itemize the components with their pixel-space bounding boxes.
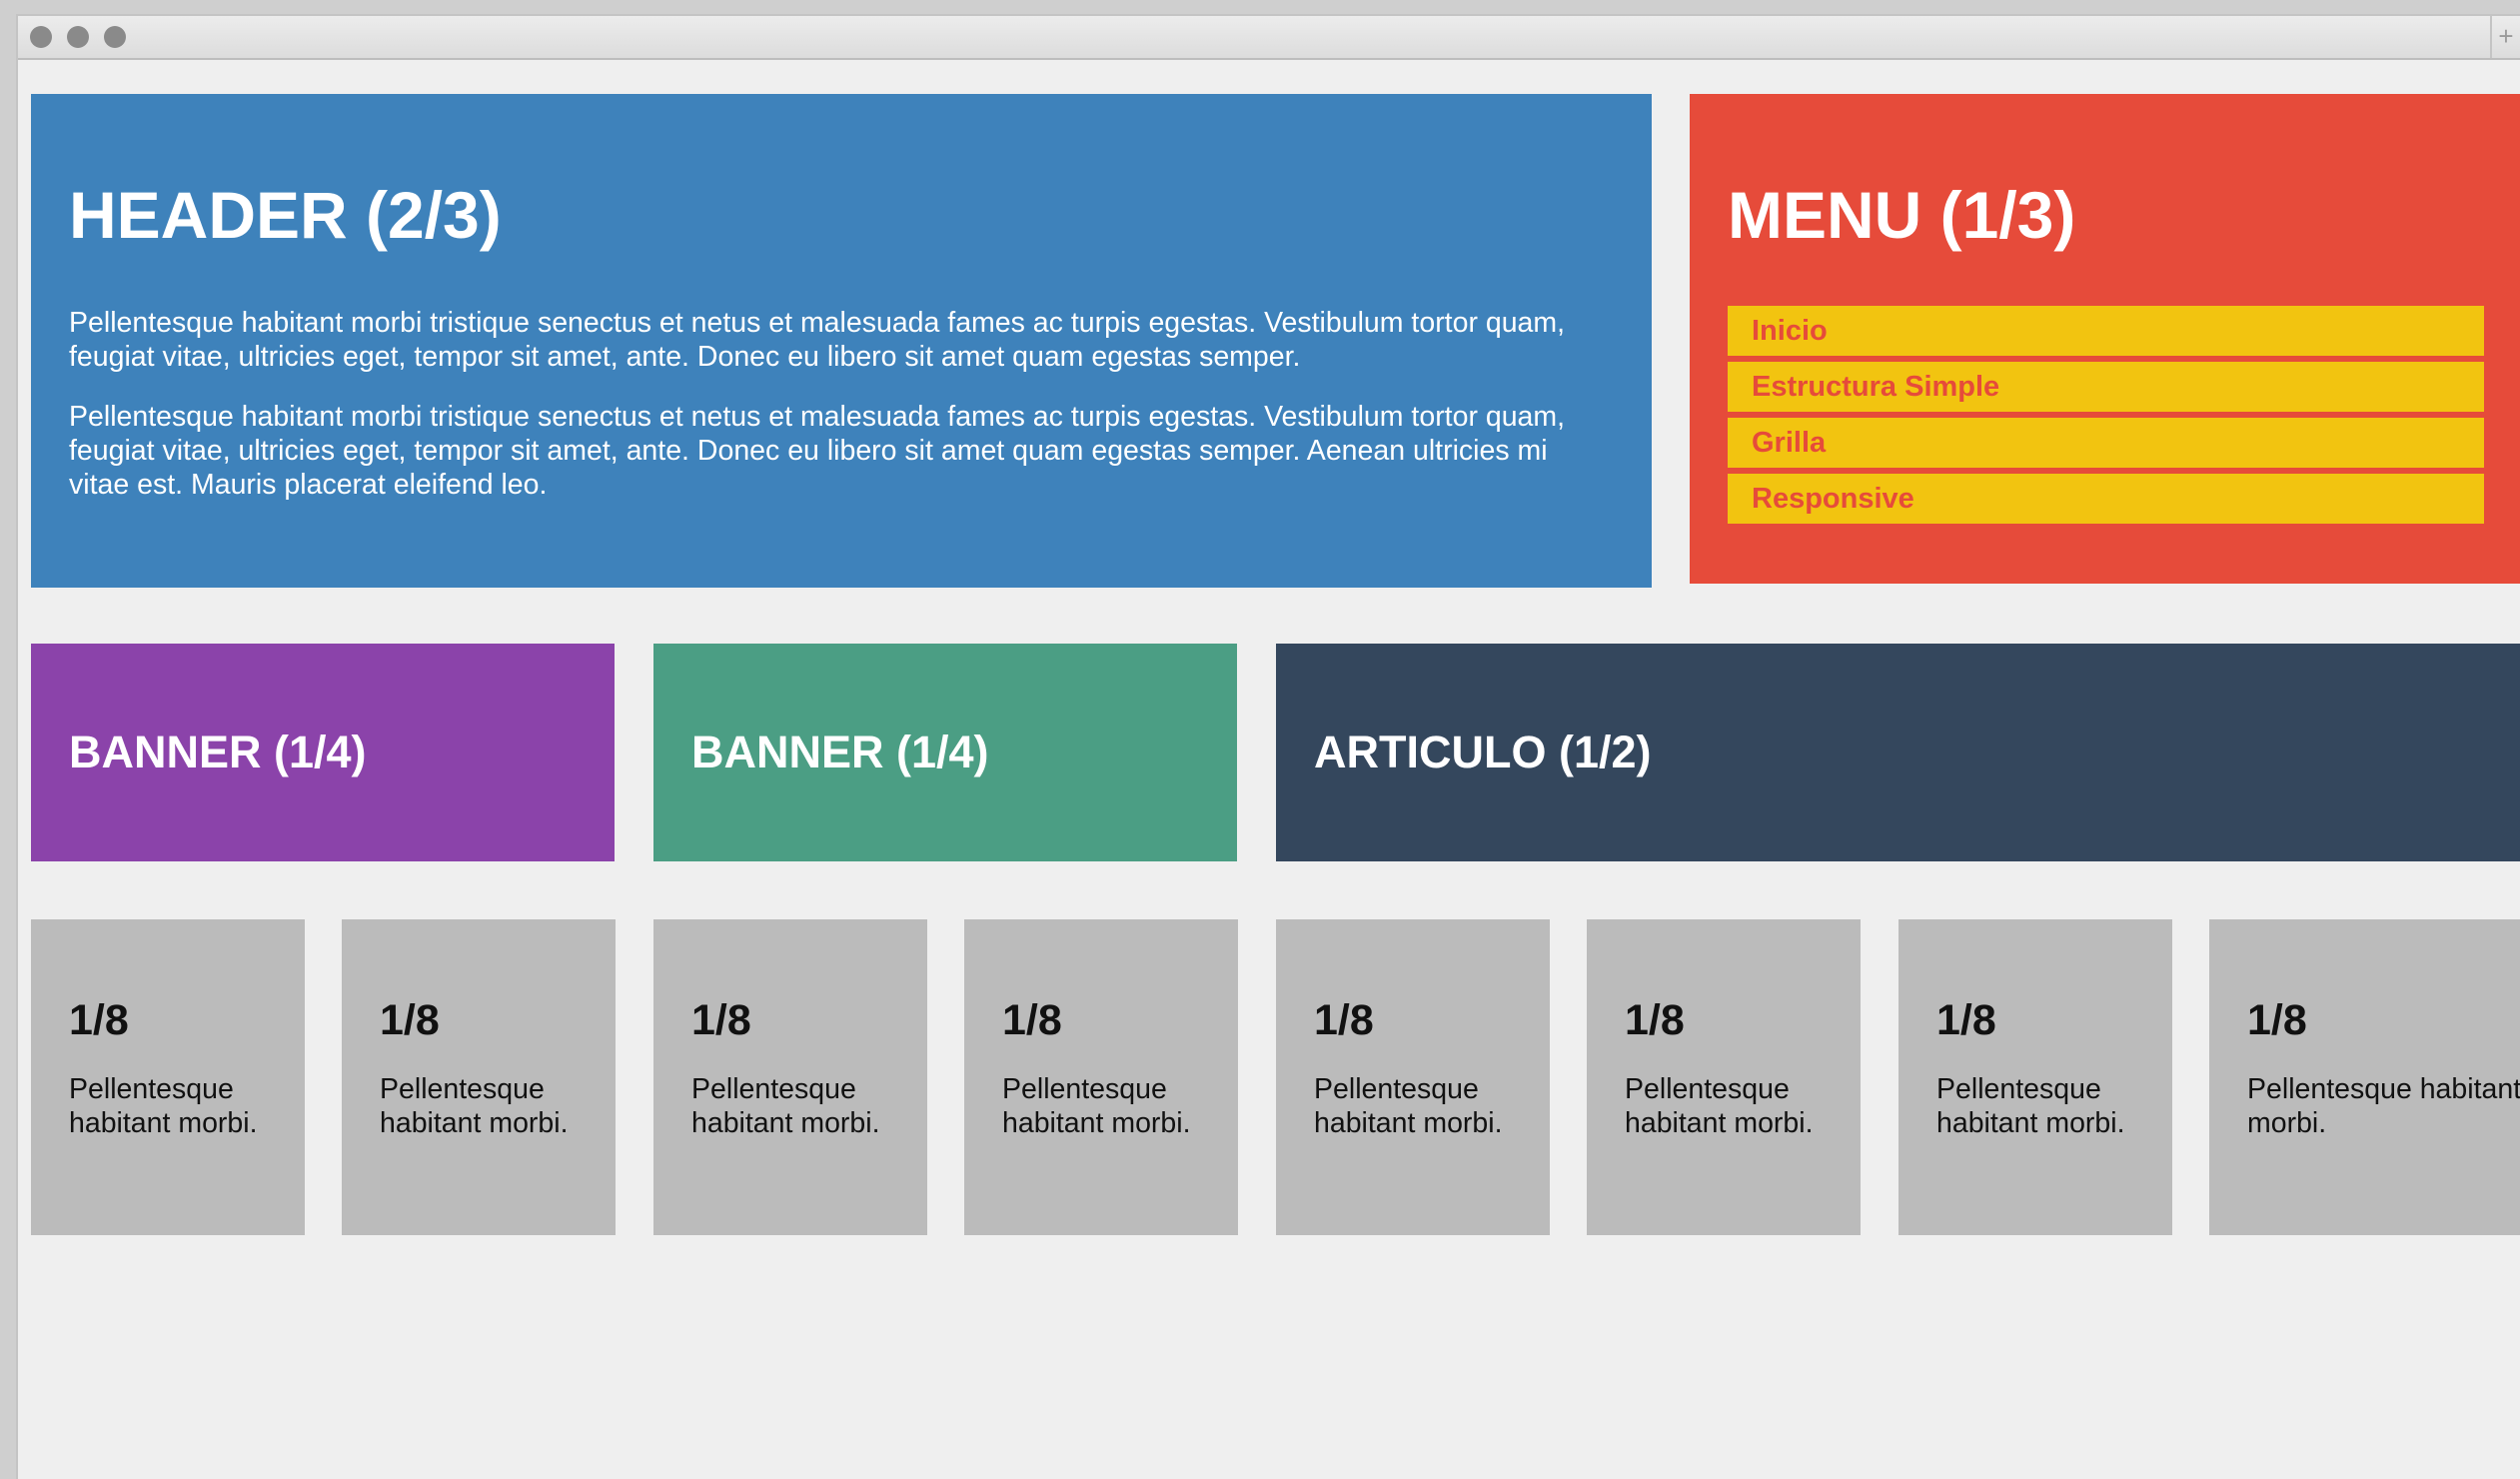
column-4: 1/8 Pellentesque habitant morbi. [964,919,1238,1235]
menu-title: MENU (1/3) [1728,178,2076,252]
column-5-title: 1/8 [1314,996,1374,1044]
column-8-title: 1/8 [2247,996,2307,1044]
column-8: 1/8 Pellentesque habitant morbi. [2209,919,2520,1235]
header-paragraph-1: Pellentesque habitant morbi tristique se… [69,307,1566,373]
menu-item-estructura-simple[interactable]: Estructura Simple [1728,362,2484,412]
column-3-title: 1/8 [691,996,751,1044]
column-1-text: Pellentesque habitant morbi. [69,1073,258,1139]
banner-1: BANNER (1/4) [31,644,615,861]
column-8-text: Pellentesque habitant morbi. [2247,1073,2520,1139]
header-title: HEADER (2/3) [69,178,502,252]
page-content: HEADER (2/3) Pellentesque habitant morbi… [18,60,2520,1479]
column-3: 1/8 Pellentesque habitant morbi. [653,919,927,1235]
column-1-title: 1/8 [69,996,129,1044]
menu-list: Inicio Estructura Simple Grilla Responsi… [1728,306,2484,524]
column-6: 1/8 Pellentesque habitant morbi. [1587,919,1861,1235]
close-window-button[interactable] [30,26,52,48]
column-6-text: Pellentesque habitant morbi. [1625,1073,1814,1139]
column-6-title: 1/8 [1625,996,1685,1044]
window-titlebar: + [18,16,2520,60]
column-5-text: Pellentesque habitant morbi. [1314,1073,1503,1139]
browser-window: + HEADER (2/3) Pellentesque habitant mor… [16,14,2520,1479]
column-4-text: Pellentesque habitant morbi. [1002,1073,1191,1139]
menu-item-grilla[interactable]: Grilla [1728,418,2484,468]
column-2: 1/8 Pellentesque habitant morbi. [342,919,616,1235]
column-1: 1/8 Pellentesque habitant morbi. [31,919,305,1235]
column-2-text: Pellentesque habitant morbi. [380,1073,569,1139]
article-title: ARTICULO (1/2) [1314,727,1652,777]
article-section: ARTICULO (1/2) [1276,644,2520,861]
column-2-title: 1/8 [380,996,440,1044]
menu-item-responsive[interactable]: Responsive [1728,474,2484,524]
banner-1-title: BANNER (1/4) [69,727,367,777]
column-7-text: Pellentesque habitant morbi. [1936,1073,2125,1139]
zoom-window-button[interactable] [104,26,126,48]
column-4-title: 1/8 [1002,996,1062,1044]
banner-2: BANNER (1/4) [653,644,1237,861]
header-section: HEADER (2/3) Pellentesque habitant morbi… [31,94,1652,588]
column-7: 1/8 Pellentesque habitant morbi. [1898,919,2172,1235]
menu-item-inicio[interactable]: Inicio [1728,306,2484,356]
column-5: 1/8 Pellentesque habitant morbi. [1276,919,1550,1235]
header-paragraph-2: Pellentesque habitant morbi tristique se… [69,401,1566,501]
minimize-window-button[interactable] [67,26,89,48]
new-tab-button[interactable]: + [2490,16,2520,58]
banner-2-title: BANNER (1/4) [691,727,989,777]
column-3-text: Pellentesque habitant morbi. [691,1073,880,1139]
column-7-title: 1/8 [1936,996,1996,1044]
menu-section: MENU (1/3) Inicio Estructura Simple Gril… [1690,94,2520,584]
